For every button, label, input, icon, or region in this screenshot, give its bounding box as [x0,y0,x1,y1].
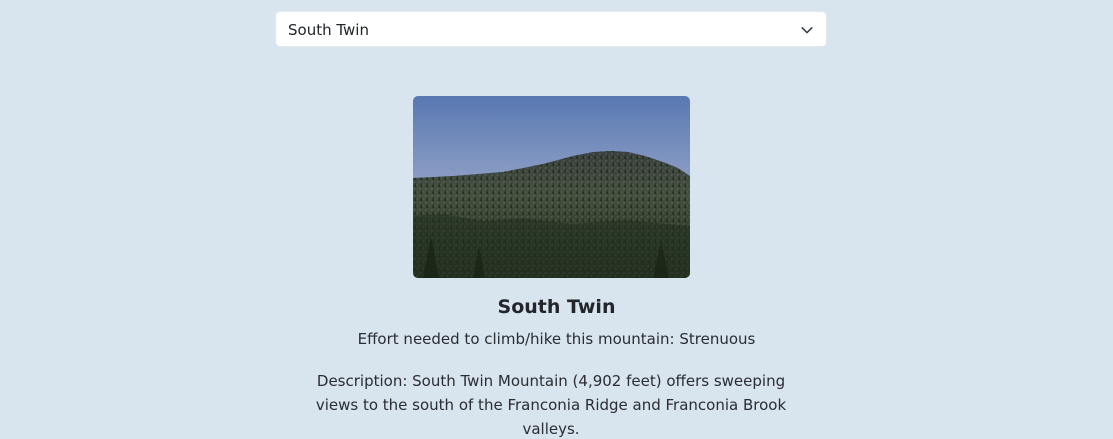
mountain-description: Description: South Twin Mountain (4,902 … [315,372,787,438]
mountain-photo [413,96,690,278]
page: South Twin South Twin Effort needed to c… [0,0,1113,439]
effort-text: Effort needed to climb/hike this mountai… [357,330,756,348]
mountain-select-value: South Twin [288,21,369,39]
chevron-down-icon [801,27,813,34]
mountain-name: South Twin [497,296,616,318]
mountain-select[interactable]: South Twin [275,11,827,47]
